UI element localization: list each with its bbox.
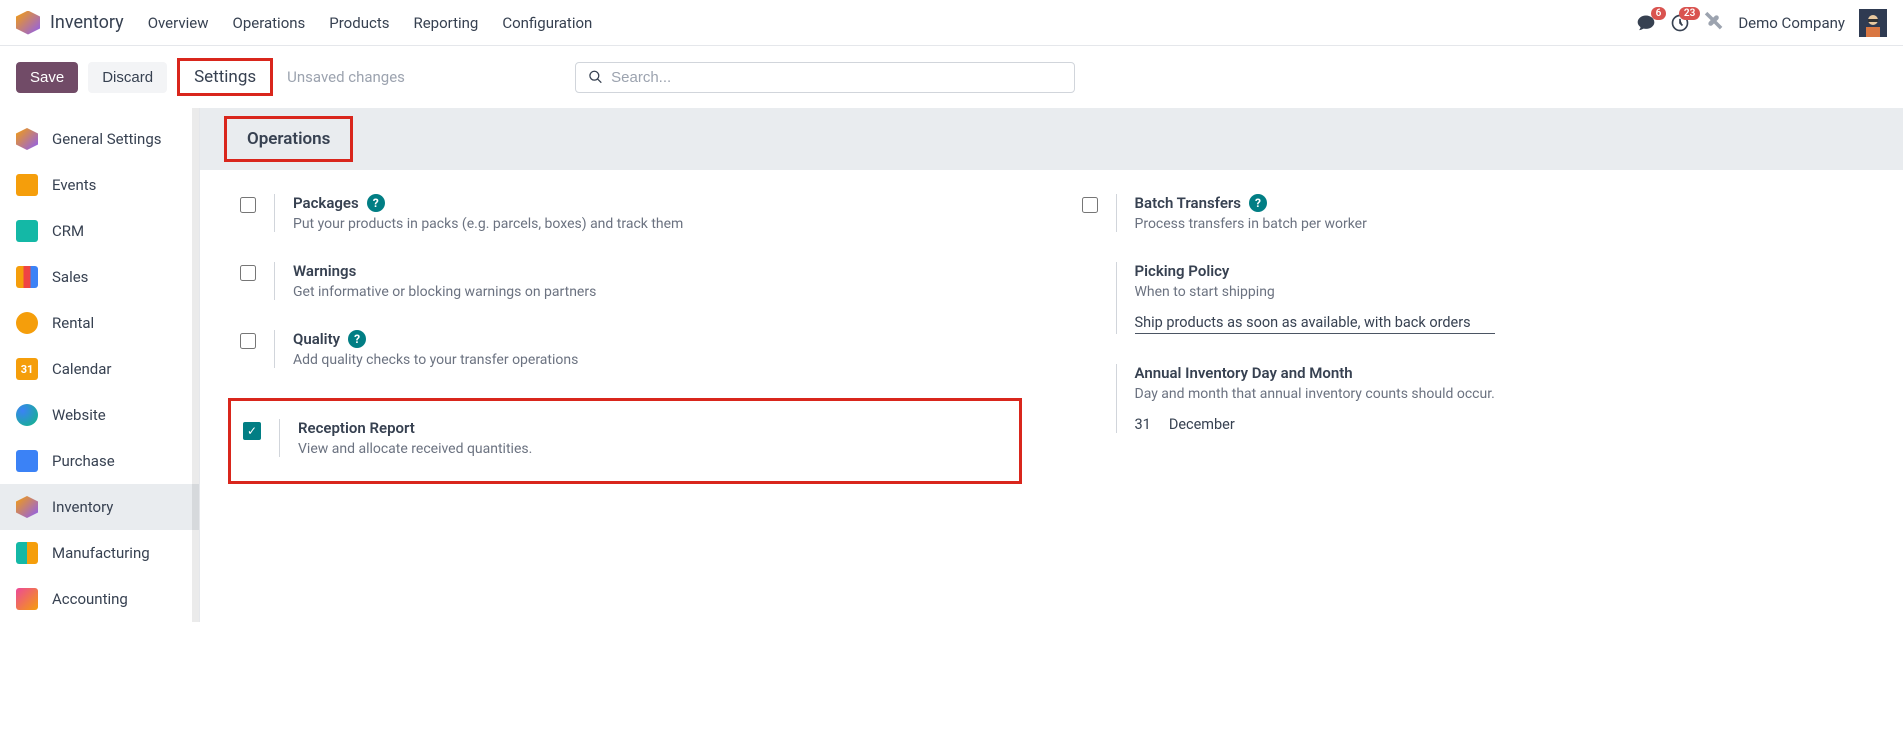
nav-products[interactable]: Products <box>329 14 389 32</box>
crm-icon <box>16 220 38 242</box>
app-logo-icon <box>16 11 40 35</box>
setting-desc: View and allocate received quantities. <box>298 441 995 457</box>
setting-desc: Day and month that annual inventory coun… <box>1135 386 1864 402</box>
sidebar-item-general-settings[interactable]: General Settings <box>0 116 199 162</box>
help-icon[interactable]: ? <box>367 194 385 212</box>
content: Operations Packages? Put your products i… <box>200 108 1903 622</box>
settings-col-left: Packages? Put your products in packs (e.… <box>240 194 1022 484</box>
activities-button[interactable]: 23 <box>1670 13 1690 33</box>
warnings-checkbox[interactable] <box>240 265 256 281</box>
sidebar-item-label: Calendar <box>52 360 112 378</box>
annual-inventory-day[interactable]: 31 <box>1135 416 1151 433</box>
sidebar-item-label: General Settings <box>52 130 162 148</box>
topbar-right: 6 23 Demo Company <box>1636 9 1887 37</box>
setting-title: Packages <box>293 194 359 212</box>
setting-desc: Process transfers in batch per worker <box>1135 216 1864 232</box>
reception-report-checkbox[interactable]: ✓ <box>243 422 261 440</box>
sidebar-item-sales[interactable]: Sales <box>0 254 199 300</box>
sidebar-item-manufacturing[interactable]: Manufacturing <box>0 530 199 576</box>
purchase-icon <box>16 450 38 472</box>
calendar-icon: 31 <box>16 358 38 380</box>
sidebar-item-label: Rental <box>52 314 94 332</box>
sidebar-item-label: Purchase <box>52 452 115 470</box>
nav-reporting[interactable]: Reporting <box>413 14 478 32</box>
setting-title: Reception Report <box>298 419 415 437</box>
help-icon[interactable]: ? <box>1249 194 1267 212</box>
sidebar-item-calendar[interactable]: 31 Calendar <box>0 346 199 392</box>
sidebar: General Settings Events CRM Sales Rental… <box>0 108 200 622</box>
save-button[interactable]: Save <box>16 62 78 93</box>
accounting-icon <box>16 588 38 610</box>
messages-button[interactable]: 6 <box>1636 13 1656 33</box>
sidebar-item-accounting[interactable]: Accounting <box>0 576 199 622</box>
settings-col-right: Batch Transfers? Process transfers in ba… <box>1082 194 1864 484</box>
sidebar-item-purchase[interactable]: Purchase <box>0 438 199 484</box>
search-box[interactable] <box>575 62 1075 93</box>
sidebar-item-crm[interactable]: CRM <box>0 208 199 254</box>
setting-title: Quality <box>293 330 340 348</box>
sidebar-item-label: CRM <box>52 222 84 240</box>
setting-title: Annual Inventory Day and Month <box>1135 364 1353 382</box>
app-title[interactable]: Inventory <box>50 12 124 33</box>
sidebar-item-label: Inventory <box>52 498 113 516</box>
setting-desc: Put your products in packs (e.g. parcels… <box>293 216 1022 232</box>
top-nav: Overview Operations Products Reporting C… <box>148 14 593 32</box>
setting-picking-policy: Picking Policy When to start shipping Sh… <box>1082 262 1864 334</box>
sidebar-item-website[interactable]: Website <box>0 392 199 438</box>
rental-icon <box>16 312 38 334</box>
gear-icon <box>16 128 38 150</box>
search-icon <box>588 69 603 85</box>
setting-warnings: Warnings Get informative or blocking war… <box>240 262 1022 300</box>
user-avatar[interactable] <box>1859 9 1887 37</box>
manufacturing-icon <box>16 542 38 564</box>
setting-desc: When to start shipping <box>1135 284 1864 300</box>
nav-operations[interactable]: Operations <box>233 14 306 32</box>
nav-overview[interactable]: Overview <box>148 14 209 32</box>
setting-title: Picking Policy <box>1135 262 1230 280</box>
setting-annual-inventory: Annual Inventory Day and Month Day and m… <box>1082 364 1864 433</box>
sidebar-item-label: Website <box>52 406 106 424</box>
quality-checkbox[interactable] <box>240 333 256 349</box>
breadcrumb-settings[interactable]: Settings <box>177 58 273 96</box>
sidebar-item-label: Events <box>52 176 96 194</box>
activities-badge: 23 <box>1679 7 1700 20</box>
setting-title: Warnings <box>293 262 356 280</box>
unsaved-indicator: Unsaved changes <box>287 68 405 86</box>
setting-title: Batch Transfers <box>1135 194 1242 212</box>
highlight-reception-report: ✓ Reception Report View and allocate rec… <box>228 398 1022 484</box>
setting-desc: Get informative or blocking warnings on … <box>293 284 1022 300</box>
packages-checkbox[interactable] <box>240 197 256 213</box>
setting-packages: Packages? Put your products in packs (e.… <box>240 194 1022 232</box>
website-icon <box>16 404 38 426</box>
help-icon[interactable]: ? <box>348 330 366 348</box>
batch-transfers-checkbox[interactable] <box>1082 197 1098 213</box>
nav-configuration[interactable]: Configuration <box>502 14 592 32</box>
sales-icon <box>16 266 38 288</box>
setting-reception-report: ✓ Reception Report View and allocate rec… <box>243 419 995 457</box>
section-header-bar: Operations <box>200 108 1903 170</box>
events-icon <box>16 174 38 196</box>
sidebar-item-events[interactable]: Events <box>0 162 199 208</box>
section-operations-header: Operations <box>224 116 353 162</box>
sidebar-item-label: Accounting <box>52 590 128 608</box>
topbar: Inventory Overview Operations Products R… <box>0 0 1903 46</box>
settings-grid: Packages? Put your products in packs (e.… <box>200 170 1903 508</box>
setting-desc: Add quality checks to your transfer oper… <box>293 352 1022 368</box>
annual-inventory-month[interactable]: December <box>1169 416 1235 433</box>
company-name[interactable]: Demo Company <box>1738 14 1845 32</box>
inventory-icon <box>16 496 38 518</box>
main: General Settings Events CRM Sales Rental… <box>0 108 1903 622</box>
discard-button[interactable]: Discard <box>88 62 167 93</box>
sidebar-item-label: Manufacturing <box>52 544 150 562</box>
picking-policy-select[interactable]: Ship products as soon as available, with… <box>1135 314 1495 334</box>
controlbar: Save Discard Settings Unsaved changes <box>0 46 1903 108</box>
messages-badge: 6 <box>1651 7 1667 20</box>
sidebar-item-rental[interactable]: Rental <box>0 300 199 346</box>
setting-quality: Quality? Add quality checks to your tran… <box>240 330 1022 368</box>
sidebar-item-label: Sales <box>52 268 88 286</box>
tools-icon[interactable] <box>1704 11 1724 35</box>
search-input[interactable] <box>611 69 1062 86</box>
sidebar-item-inventory[interactable]: Inventory <box>0 484 199 530</box>
setting-batch-transfers: Batch Transfers? Process transfers in ba… <box>1082 194 1864 232</box>
